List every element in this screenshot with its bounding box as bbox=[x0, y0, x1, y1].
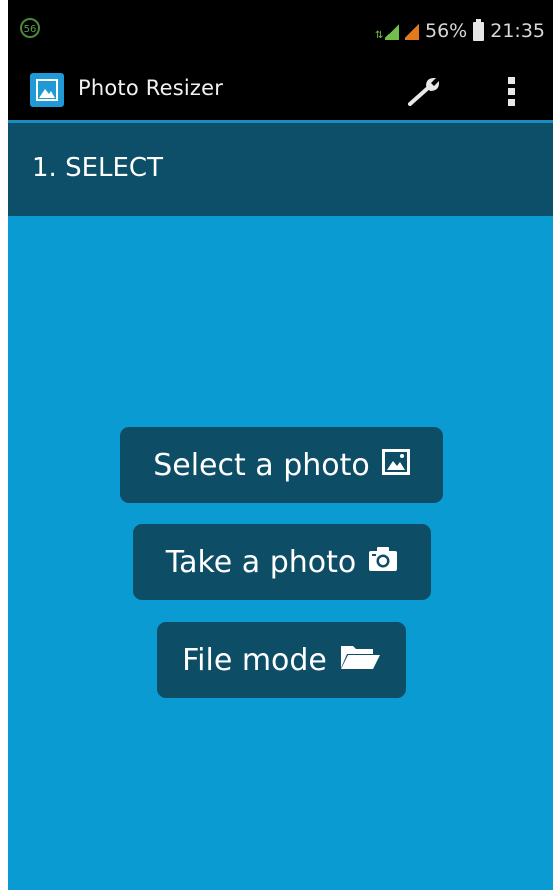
action-bar: Photo Resizer bbox=[8, 62, 553, 123]
app-title: Photo Resizer bbox=[78, 76, 224, 100]
file-mode-button[interactable]: File mode bbox=[157, 622, 406, 698]
notification-icon: 56 bbox=[20, 18, 40, 38]
status-indicators: ⇅ 56% 21:35 bbox=[375, 18, 545, 44]
camera-icon bbox=[368, 545, 398, 580]
status-bar: 56 ⇅ 56% 21:35 bbox=[8, 0, 553, 62]
image-icon bbox=[381, 448, 410, 483]
take-photo-button[interactable]: Take a photo bbox=[133, 524, 431, 600]
app-screen: 56 ⇅ 56% 21:35 Photo Resizer 1. SELECT S… bbox=[8, 0, 553, 890]
data-activity-icon: ⇅ bbox=[375, 22, 399, 41]
file-mode-label: File mode bbox=[182, 642, 327, 678]
select-photo-button[interactable]: Select a photo bbox=[120, 427, 443, 503]
section-header: 1. SELECT bbox=[8, 123, 553, 216]
app-logo-image-icon[interactable] bbox=[30, 73, 64, 107]
signal-icon bbox=[405, 22, 419, 40]
clock: 21:35 bbox=[490, 20, 545, 42]
section-title: 1. SELECT bbox=[32, 153, 163, 183]
battery-percent: 56% bbox=[425, 20, 468, 42]
settings-wrench-icon[interactable] bbox=[404, 72, 446, 110]
take-photo-label: Take a photo bbox=[165, 544, 357, 580]
folder-open-icon bbox=[339, 642, 381, 678]
overflow-menu-icon[interactable] bbox=[498, 70, 526, 112]
battery-icon bbox=[473, 18, 485, 41]
select-photo-label: Select a photo bbox=[153, 447, 370, 483]
